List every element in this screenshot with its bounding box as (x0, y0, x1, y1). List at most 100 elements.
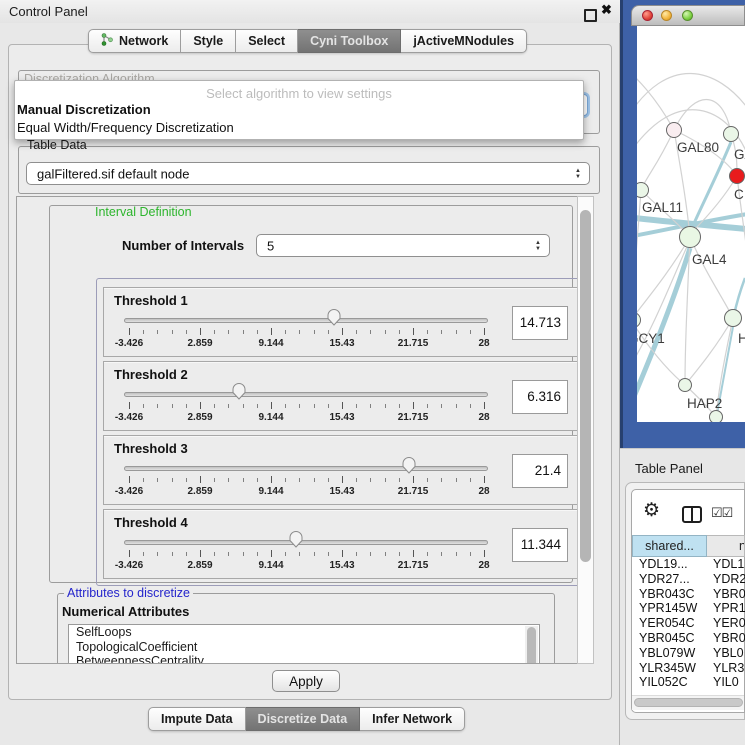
slider-thumb[interactable] (289, 531, 303, 548)
slider-tick (172, 478, 173, 482)
slider-tick (413, 402, 414, 409)
attributes-to-discretize-group: Attributes to discretize Numerical Attri… (57, 593, 555, 664)
network-node[interactable] (679, 226, 701, 248)
network-node[interactable] (678, 378, 692, 392)
minimize-traffic-light-icon[interactable] (661, 10, 672, 21)
table-row[interactable]: YPR145WYPR1 (632, 601, 745, 616)
zoom-traffic-light-icon[interactable] (682, 10, 693, 21)
slider-tick (314, 330, 315, 334)
slider-tick (484, 402, 485, 409)
close-traffic-light-icon[interactable] (642, 10, 653, 21)
attribute-list-item[interactable]: TopologicalCoefficient (69, 640, 539, 655)
threshold-value-field[interactable]: 21.4 (512, 454, 568, 488)
slider-tick (399, 552, 400, 556)
slider-tick (456, 330, 457, 334)
network-node-label: GAL80 (677, 140, 719, 155)
float-window-icon[interactable] (584, 9, 597, 22)
column-header-name[interactable]: na (707, 535, 745, 557)
interval-definition-title: Interval Definition (92, 206, 195, 219)
network-view-canvas[interactable]: GAL80GACGAL11GAL4GCY1HHAP2 (637, 26, 745, 422)
network-node[interactable] (723, 126, 739, 142)
slider-tick (385, 330, 386, 334)
tab-jactivemnodules[interactable]: jActiveMNodules (401, 29, 527, 53)
table-columns-icon[interactable] (682, 506, 702, 523)
popup-option-manual-discretization[interactable]: Manual Discretization (15, 101, 583, 119)
slider-tick-label: 28 (462, 412, 506, 423)
tab-discretize-data[interactable]: Discretize Data (246, 707, 361, 731)
attribute-list-item[interactable]: SelfLoops (69, 625, 539, 640)
threshold-value-field[interactable]: 14.713 (512, 306, 568, 340)
table-row[interactable]: YDR27...YDR2 (632, 572, 745, 587)
slider-thumb[interactable] (402, 457, 416, 474)
slider-thumb[interactable] (232, 383, 246, 400)
slider-tick (186, 330, 187, 334)
table-row[interactable]: YDL19...YDL1 (632, 557, 745, 572)
network-node[interactable] (729, 168, 745, 184)
tab-network[interactable]: Network (88, 29, 181, 53)
slider-tick (257, 404, 258, 408)
slider-tick-label: 2.859 (178, 560, 222, 571)
slider-tick-label: 9.144 (249, 412, 293, 423)
network-window-titlebar[interactable] (631, 5, 745, 26)
slider-tick (271, 402, 272, 409)
number-of-intervals-combobox[interactable]: 5 ▲▼ (256, 234, 550, 257)
slider-track[interactable] (124, 318, 488, 323)
slider-tick (143, 478, 144, 482)
threshold-value-field[interactable]: 6.316 (512, 380, 568, 414)
cell-shared-name: YBR045C (632, 631, 707, 646)
popup-option-equal-width-frequency[interactable]: Equal Width/Frequency Discretization (15, 119, 583, 137)
interval-definition-group: Interval Definition Number of Intervals … (49, 205, 573, 583)
tab-infer-network[interactable]: Infer Network (360, 707, 465, 731)
select-columns-checkboxes-icon[interactable]: ☑☑ (711, 505, 732, 521)
settings-scrollbar-thumb[interactable] (580, 210, 591, 562)
tab-cyni-toolbox[interactable]: Cyni Toolbox (298, 29, 401, 53)
threshold-coordinates-group: Threshold's Coordinates for 5 Intervals … (96, 278, 594, 586)
table-row[interactable]: YER054CYER0 (632, 616, 745, 631)
control-panel-window: Control Panel ✖ Network Style Select Cyn… (0, 0, 620, 745)
attribute-list-item[interactable]: BetweennessCentrality (69, 654, 539, 664)
threshold-name: Threshold 3 (114, 441, 188, 456)
tab-style[interactable]: Style (181, 29, 236, 53)
tab-label: Select (248, 34, 285, 48)
slider-tick (214, 404, 215, 408)
attribute-list-scrollbar[interactable] (525, 626, 538, 664)
slider-tick (299, 330, 300, 334)
threshold-value-field[interactable]: 11.344 (512, 528, 568, 562)
slider-tick (314, 404, 315, 408)
apply-button[interactable]: Apply (272, 670, 340, 692)
slider-tick (342, 328, 343, 335)
slider-tick (285, 330, 286, 334)
tab-impute-data[interactable]: Impute Data (148, 707, 246, 731)
table-row[interactable]: YIL052CYIL0 (632, 675, 745, 690)
network-node[interactable] (709, 410, 723, 422)
network-node[interactable] (666, 122, 682, 138)
slider-track[interactable] (124, 540, 488, 545)
slider-tick (484, 476, 485, 483)
close-icon[interactable]: ✖ (601, 2, 612, 18)
slider-tick (470, 552, 471, 556)
table-scrollbar-thumb[interactable] (634, 698, 743, 707)
algorithm-dropdown-popup: Select algorithm to view settings Manual… (14, 80, 584, 140)
attributes-group-title: Attributes to discretize (64, 587, 193, 600)
network-node[interactable] (724, 309, 742, 327)
gear-icon[interactable]: ⚙ (643, 501, 660, 520)
slider-thumb[interactable] (327, 309, 341, 326)
table-row[interactable]: YBL079WYBL0 (632, 646, 745, 661)
table-row[interactable]: YBR043CYBR0 (632, 587, 745, 602)
scrollbar-thumb[interactable] (527, 627, 536, 664)
slider-tick (228, 330, 229, 334)
control-panel-tabs: Network Style Select Cyni Toolbox jActiv… (88, 29, 527, 53)
slider-track[interactable] (124, 392, 488, 397)
slider-track[interactable] (124, 466, 488, 471)
slider-tick (484, 550, 485, 557)
slider-tick (328, 552, 329, 556)
tab-select[interactable]: Select (236, 29, 298, 53)
table-row[interactable]: YBR045CYBR0 (632, 631, 745, 646)
table-data-combobox[interactable]: galFiltered.sif default node ▲▼ (26, 162, 590, 185)
table-row[interactable]: YLR345WYLR3 (632, 661, 745, 676)
slider-tick (370, 330, 371, 334)
number-of-intervals-value: 5 (267, 238, 274, 253)
column-header-shared-name[interactable]: shared... (632, 535, 707, 557)
network-node-label: H (738, 331, 745, 346)
table-data-group-title: Table Data (24, 139, 90, 152)
